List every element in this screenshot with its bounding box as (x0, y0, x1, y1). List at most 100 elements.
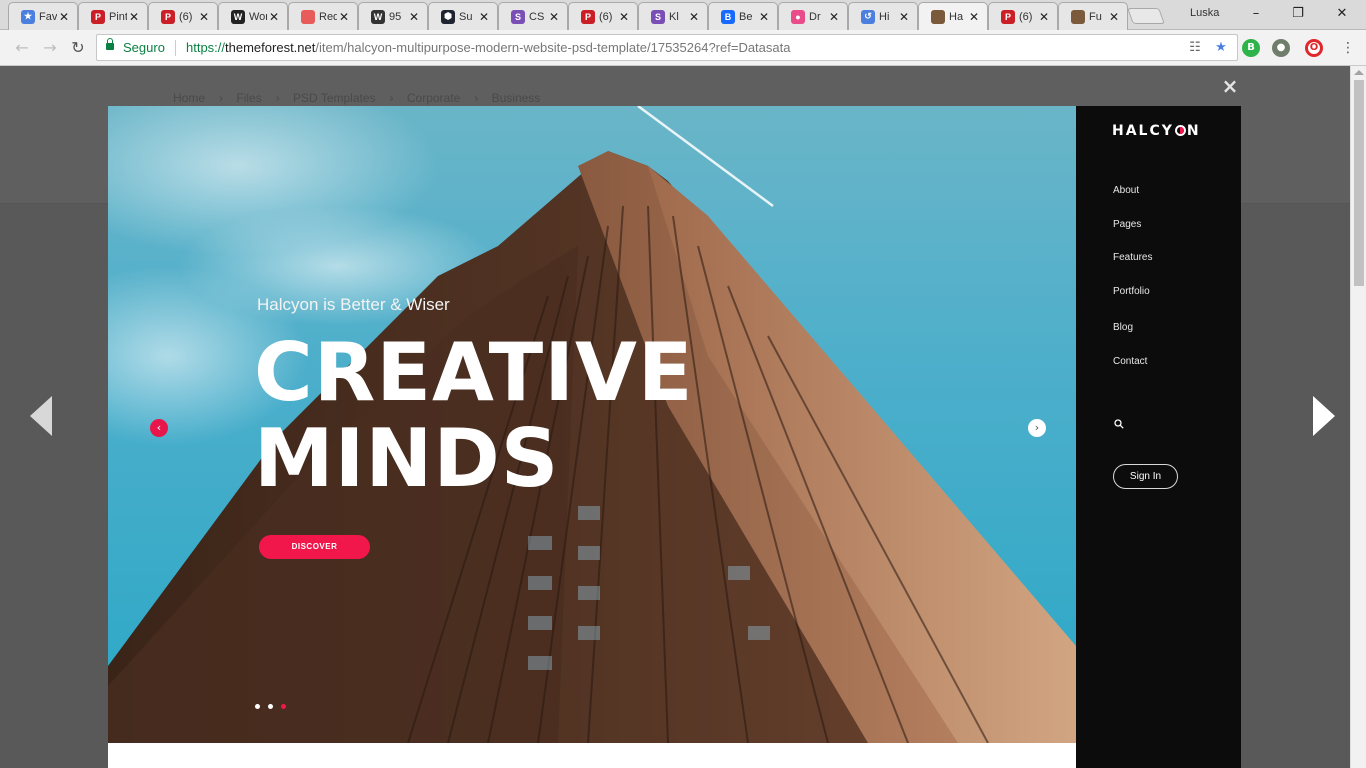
browser-tab[interactable]: S CS ✕ (498, 2, 568, 30)
tab-title: Fu (1089, 10, 1102, 23)
tab-close-icon[interactable]: ✕ (197, 10, 211, 24)
content-strip (108, 743, 1076, 768)
browser-tab[interactable]: ⬢ Su ✕ (428, 2, 498, 30)
chevron-right-icon: › (474, 91, 479, 105)
search-icon[interactable] (1114, 419, 1124, 429)
breadcrumb-item[interactable]: Corporate (407, 91, 460, 105)
browser-tab[interactable]: P Pinterest✕ (78, 2, 148, 30)
minimize-icon[interactable]: – (1234, 4, 1278, 24)
slider-dot[interactable] (255, 704, 260, 709)
forward-arrow-icon[interactable]: → (40, 38, 60, 58)
tab-close-icon[interactable]: ✕ (1107, 10, 1121, 24)
w-icon: W (371, 9, 385, 24)
browser-tab[interactable]: B Be ✕ (708, 2, 778, 30)
halcyon-logo[interactable]: HALCY N (1112, 123, 1201, 139)
extension-green-icon[interactable]: B (1242, 39, 1260, 57)
address-bar[interactable]: Seguro https://themeforest.net/item/halc… (96, 34, 1238, 61)
reload-icon[interactable]: ↻ (68, 38, 88, 58)
tab-close-icon[interactable]: ✕ (127, 10, 141, 24)
nav-features[interactable]: Features (1113, 252, 1152, 263)
browser-tab[interactable]: Ha ✕ (918, 2, 988, 30)
slider-dot-active[interactable] (281, 704, 286, 709)
chevron-right-icon: › (219, 91, 224, 105)
lightbox-next-arrow-icon[interactable] (1313, 396, 1335, 436)
discover-button[interactable]: DISCOVER (259, 535, 370, 559)
chevron-right-icon: › (275, 91, 280, 105)
breadcrumb-item[interactable]: Files (236, 91, 261, 105)
back-arrow-icon[interactable]: ← (12, 38, 32, 58)
s-icon: S (651, 9, 665, 24)
tab-close-icon[interactable]: ✕ (897, 10, 911, 24)
tab-title: 95 (389, 10, 402, 23)
hero-subtitle: Halcyon is Better & Wiser (257, 295, 450, 314)
tab-close-icon[interactable]: ✕ (407, 10, 421, 24)
chevron-right-icon: › (389, 91, 394, 105)
star-icon: ★ (21, 9, 35, 24)
browser-tab[interactable]: P (6) ✕ (988, 2, 1058, 30)
lightbox-prev-arrow-icon[interactable] (30, 396, 52, 436)
pinterest-icon: P (581, 9, 595, 24)
evernote-icon[interactable]: ● (1272, 39, 1290, 57)
scroll-up-icon[interactable] (1354, 70, 1364, 75)
tab-title: (6) (599, 10, 613, 23)
browser-tab[interactable]: Red✕ (288, 2, 358, 30)
page-scrollbar[interactable] (1350, 66, 1366, 768)
close-window-icon[interactable]: ✕ (1320, 4, 1364, 24)
browser-tab[interactable]: ★ Favoritos✕ (8, 2, 78, 30)
tab-close-icon[interactable]: ✕ (337, 10, 351, 24)
browser-tab[interactable]: S Kl ✕ (638, 2, 708, 30)
browser-tab[interactable]: ↺ Hi ✕ (848, 2, 918, 30)
breadcrumb-item[interactable]: Business (492, 91, 541, 105)
tab-title: Pinterest (109, 10, 127, 23)
slider-next-icon[interactable]: › (1028, 419, 1046, 437)
url-text[interactable]: https://themeforest.net/item/halcyon-mul… (186, 40, 790, 55)
browser-tab[interactable]: ● Dr ✕ (778, 2, 848, 30)
translate-icon[interactable]: ☷ (1187, 40, 1203, 56)
profile-name[interactable]: Luska (1190, 7, 1219, 19)
browser-tab[interactable]: P (6) ✕ (568, 2, 638, 30)
new-tab-button[interactable] (1127, 8, 1165, 24)
nav-about[interactable]: About (1113, 185, 1139, 196)
nav-pages[interactable]: Pages (1113, 219, 1141, 230)
tab-title: WordPress (249, 10, 267, 23)
tab-close-icon[interactable]: ✕ (757, 10, 771, 24)
browser-tab[interactable]: P (6) ✕ (148, 2, 218, 30)
tab-close-icon[interactable]: ✕ (267, 10, 281, 24)
tab-close-icon[interactable]: ✕ (547, 10, 561, 24)
hero-title-line: MINDS (254, 412, 560, 505)
slider-prev-icon[interactable]: ‹ (150, 419, 168, 437)
breadcrumb-item[interactable]: Home (173, 91, 205, 105)
lightbox-close-icon[interactable]: × (1220, 76, 1240, 96)
browser-tab[interactable]: Fu ✕ (1058, 2, 1128, 30)
wordpress-icon: W (231, 9, 245, 24)
breadcrumb: Home › Files › PSD Templates › Corporate › B… (173, 91, 544, 105)
tab-close-icon[interactable]: ✕ (967, 10, 981, 24)
browser-tab[interactable]: W 95 ✕ (358, 2, 428, 30)
nav-portfolio[interactable]: Portfolio (1113, 286, 1150, 297)
slider-dots (255, 704, 286, 709)
tab-title: Be (739, 10, 753, 23)
tab-close-icon[interactable]: ✕ (477, 10, 491, 24)
tab-close-icon[interactable]: ✕ (687, 10, 701, 24)
pinterest-icon: P (1001, 9, 1015, 24)
tab-close-icon[interactable]: ✕ (57, 10, 71, 24)
nav-blog[interactable]: Blog (1113, 322, 1133, 333)
divider (175, 40, 176, 56)
tab-close-icon[interactable]: ✕ (827, 10, 841, 24)
tab-close-icon[interactable]: ✕ (617, 10, 631, 24)
scrollbar-thumb[interactable] (1354, 80, 1364, 286)
slider-dot[interactable] (268, 704, 273, 709)
bookmark-star-icon[interactable]: ★ (1213, 40, 1229, 56)
nav-contact[interactable]: Contact (1113, 356, 1147, 367)
tab-close-icon[interactable]: ✕ (1037, 10, 1051, 24)
tab-title: (6) (179, 10, 193, 23)
browser-toolbar: ← → ↻ Seguro https://themeforest.net/ite… (0, 30, 1366, 66)
sign-in-button[interactable]: Sign In (1113, 464, 1178, 489)
tab-title: Hi (879, 10, 890, 23)
tab-title: Red (319, 10, 337, 23)
opera-icon[interactable]: O (1305, 39, 1323, 57)
restore-icon[interactable]: ❐ (1276, 4, 1320, 24)
menu-icon[interactable]: ⋮ (1338, 38, 1358, 58)
browser-tab[interactable]: W WordPress✕ (218, 2, 288, 30)
breadcrumb-item[interactable]: PSD Templates (293, 91, 375, 105)
